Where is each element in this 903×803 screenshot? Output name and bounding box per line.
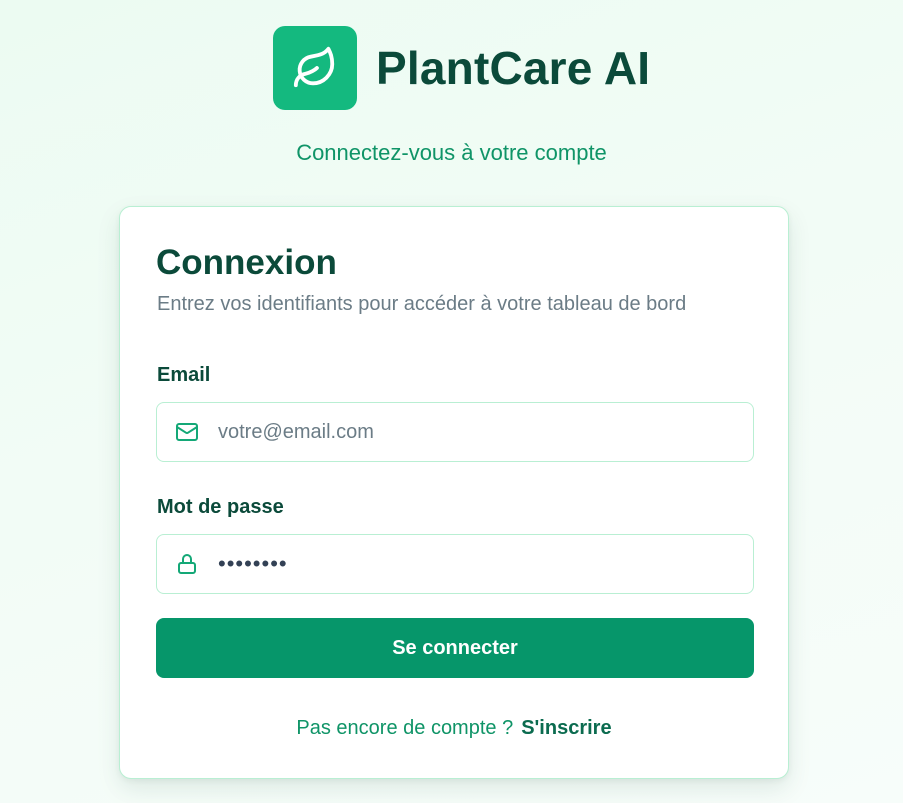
email-label: Email [157,364,211,386]
app-logo [273,26,357,110]
signup-link[interactable]: S'inscrire [521,717,611,739]
login-card: Connexion Entrez vos identifiants pour a… [119,206,789,779]
email-field-wrapper[interactable] [156,402,754,462]
app-name: PlantCare AI [376,42,651,94]
login-title: Connexion [156,243,337,282]
login-button[interactable]: Se connecter [156,618,754,678]
brand-header: PlantCare AI [273,26,650,110]
password-field-wrapper[interactable] [156,534,754,594]
password-input[interactable] [216,550,720,578]
signup-row: Pas encore de compte ? S'inscrire [120,717,788,740]
lock-icon [175,552,199,576]
leaf-icon [293,46,335,88]
email-input[interactable] [216,419,720,445]
signup-prompt: Pas encore de compte ? [296,717,514,739]
login-subtitle: Entrez vos identifiants pour accéder à v… [157,293,687,315]
password-label: Mot de passe [157,496,284,518]
mail-icon [175,420,199,444]
tagline: Connectez-vous à votre compte [296,140,607,165]
